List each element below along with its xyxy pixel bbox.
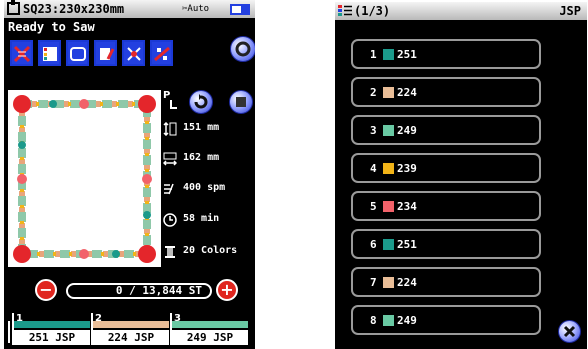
minus-icon: − [39, 280, 53, 299]
color-sort-button[interactable] [38, 40, 61, 66]
stitch-back-button[interactable]: − [35, 279, 57, 301]
thread-swatch [383, 125, 394, 136]
delete-design-button[interactable] [10, 40, 33, 66]
thread-list-icon [338, 4, 352, 23]
hoop-icon [7, 0, 21, 21]
delete-icon [13, 45, 31, 63]
frame-icon [70, 47, 86, 61]
design-size-label: SQ23:230x230mm [23, 2, 125, 16]
thread-list-item[interactable]: 4 239 [351, 153, 541, 183]
thread-swatch [383, 87, 394, 98]
floral-frame-image [13, 95, 156, 263]
thread-swatch [383, 315, 394, 326]
thread-swatch [383, 277, 394, 288]
edit-design-button[interactable] [94, 40, 117, 66]
sewing-screen: SQ23:230x230mm ✂Auto Ready to Saw P 151 … [4, 0, 255, 349]
title-bar: (1/3) JSP [335, 2, 587, 20]
jump-icon [154, 46, 170, 62]
title-bar: SQ23:230x230mm ✂Auto [4, 0, 255, 18]
thread-list-item[interactable]: 7 224 [351, 267, 541, 297]
trim-button[interactable] [122, 40, 145, 66]
page-indicator: (1/3) [354, 4, 391, 18]
design-preview [8, 90, 161, 267]
thread-segment[interactable]: 1 251 JSP [12, 313, 90, 345]
frame-button[interactable] [66, 40, 89, 66]
width-icon [163, 152, 177, 166]
auto-mode-indicator: ✂Auto [182, 4, 210, 14]
thread-swatch [383, 239, 394, 250]
color-list-icon [43, 47, 57, 61]
thread-list-item[interactable]: 1 251 [351, 39, 541, 69]
svg-text:P: P [163, 90, 170, 101]
needle-position-icon: P [163, 88, 185, 112]
jump-button[interactable] [150, 40, 173, 66]
thread-swatch [383, 163, 394, 174]
rotate-back-icon [194, 94, 208, 109]
close-button[interactable] [558, 320, 581, 343]
stitch-forward-button[interactable]: + [216, 279, 238, 301]
thread-list-item[interactable]: 3 249 [351, 115, 541, 145]
thread-list-screen: (1/3) JSP 1 251 2 224 3 249 4 239 5 234 6 251 … [335, 2, 587, 349]
thread-swatch [383, 201, 394, 212]
thread-list-item[interactable]: 6 251 [351, 229, 541, 259]
spool-icon [165, 246, 175, 258]
hoop-view-button[interactable] [229, 90, 253, 114]
thread-color-band [14, 321, 90, 328]
thread-color-band [93, 321, 169, 328]
machine-icon [229, 2, 253, 21]
status-text: Ready to Saw [8, 20, 95, 34]
height-icon [163, 122, 177, 136]
thread-list-item[interactable]: 5 234 [351, 191, 541, 221]
speed-icon [164, 183, 174, 195]
close-icon [563, 325, 576, 338]
hoop-view-icon [236, 97, 246, 107]
thread-list-item[interactable]: 2 224 [351, 77, 541, 107]
thread-list-item[interactable]: 8 249 [351, 305, 541, 335]
thread-swatch [383, 49, 394, 60]
settings-round-button[interactable] [230, 36, 255, 62]
edit-icon [100, 48, 115, 60]
refresh-icon [235, 41, 251, 57]
plus-icon: + [220, 280, 234, 299]
stitch-counter: 0 / 13,844 ST [66, 283, 212, 299]
thread-segment[interactable]: 3 249 JSP [170, 313, 248, 345]
thread-brand: JSP [559, 4, 581, 18]
sequence-start-marker [8, 321, 10, 343]
back-to-start-button[interactable] [189, 90, 213, 114]
thread-sequence: 1 251 JSP 2 224 JSP 3 249 JSP [8, 313, 250, 345]
thread-color-band [172, 321, 248, 328]
thread-segment[interactable]: 2 224 JSP [91, 313, 169, 345]
clock-icon [163, 213, 177, 227]
thread-trim-icon [127, 47, 141, 61]
